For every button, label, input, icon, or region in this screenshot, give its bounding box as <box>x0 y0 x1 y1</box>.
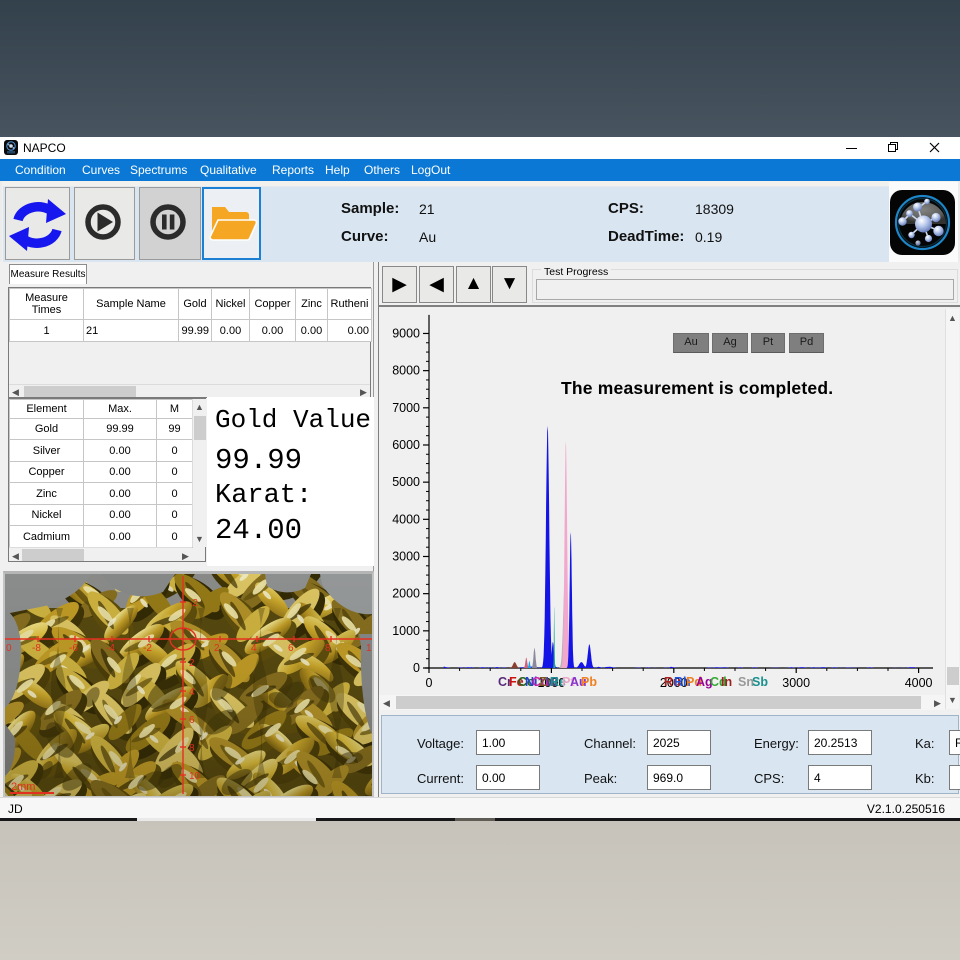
svg-text:2000: 2000 <box>392 587 420 601</box>
svg-text:-2: -2 <box>143 643 152 654</box>
svg-text:2mm: 2mm <box>11 781 35 793</box>
svg-text:10: 10 <box>189 771 201 782</box>
svg-text:1: 1 <box>366 643 372 654</box>
svg-text:8: 8 <box>189 743 195 754</box>
svg-text:4: 4 <box>251 643 257 654</box>
svg-text:1000: 1000 <box>392 624 420 638</box>
svg-text:6: 6 <box>288 643 294 654</box>
svg-text:8000: 8000 <box>392 364 420 378</box>
svg-text:2: 2 <box>189 658 195 669</box>
svg-text:In: In <box>721 675 732 689</box>
svg-text:6: 6 <box>189 715 195 726</box>
svg-text:Pb: Pb <box>581 675 597 689</box>
svg-text:6000: 6000 <box>392 438 420 452</box>
svg-text:0: 0 <box>6 643 12 654</box>
svg-text:3000: 3000 <box>392 549 420 563</box>
svg-text:-8: -8 <box>32 643 41 654</box>
svg-text:4000: 4000 <box>392 512 420 526</box>
svg-text:3000: 3000 <box>782 676 810 690</box>
svg-text:2: 2 <box>214 643 220 654</box>
svg-text:9000: 9000 <box>392 326 420 340</box>
svg-text:0: 0 <box>413 661 420 675</box>
svg-text:4000: 4000 <box>905 676 933 690</box>
svg-text:0: 0 <box>426 676 433 690</box>
svg-text:4: 4 <box>189 687 195 698</box>
svg-text:7000: 7000 <box>392 401 420 415</box>
svg-text:Sb: Sb <box>752 675 768 689</box>
svg-text:-6: -6 <box>69 643 78 654</box>
svg-text:-4: -4 <box>106 643 115 654</box>
svg-text:8: 8 <box>325 643 331 654</box>
svg-text:5000: 5000 <box>392 475 420 489</box>
svg-text:-2: -2 <box>189 598 198 609</box>
